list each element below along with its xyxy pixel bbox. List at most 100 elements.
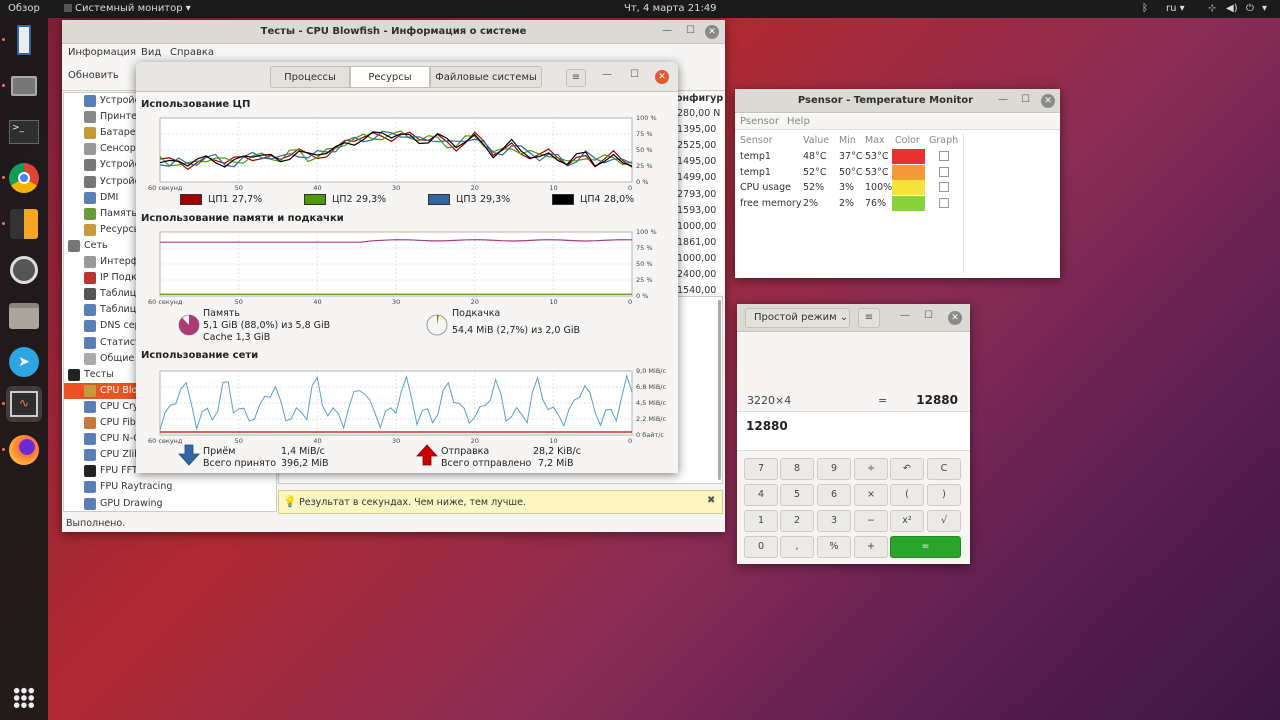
activities-button[interactable]: Обзор [8, 3, 40, 14]
minimize-icon[interactable]: — [662, 25, 672, 36]
mode-selector[interactable]: Простой режим ⌄ [745, 308, 850, 328]
app-menu[interactable]: Системный монитор ▾ [64, 3, 191, 14]
table-cell[interactable]: 2793,00 [677, 189, 725, 200]
hardinfo-titlebar[interactable]: Тесты - CPU Blowfish - Информация о сист… [62, 20, 725, 44]
calc-key[interactable]: x² [890, 510, 924, 532]
table-cell[interactable]: 1000,00 [677, 253, 725, 264]
sensor-color-swatch[interactable] [892, 180, 925, 195]
calc-key[interactable]: 3 [817, 510, 851, 532]
calc-key[interactable]: 1 [744, 510, 778, 532]
graph-checkbox[interactable] [939, 166, 949, 177]
hamburger-menu-icon[interactable]: ≡ [858, 308, 880, 328]
cpu-legend-swatch[interactable] [180, 194, 202, 205]
system-menu-chevron-icon[interactable]: ▾ [1262, 3, 1267, 14]
cpu-legend-swatch[interactable] [304, 194, 326, 205]
power-icon[interactable]: ⏻ [1246, 3, 1254, 14]
dock-app-firefox[interactable] [6, 432, 42, 468]
menu-psensor[interactable]: Psensor [740, 116, 779, 127]
table-cell[interactable]: 280,00 N [677, 108, 725, 119]
calc-key[interactable]: − [854, 510, 888, 532]
dock-app-hardinfo[interactable] [6, 68, 42, 104]
dock-app-telegram[interactable]: ➤ [6, 344, 42, 380]
calc-key[interactable]: 7 [744, 458, 778, 480]
menu-information[interactable]: Информация [68, 47, 136, 58]
calc-key[interactable]: 4 [744, 484, 778, 506]
calc-key[interactable]: 5 [780, 484, 814, 506]
calc-key[interactable]: 9 [817, 458, 851, 480]
psensor-titlebar[interactable]: Psensor - Temperature Monitor — ☐ ✕ [735, 89, 1060, 113]
maximize-icon[interactable]: ☐ [1021, 94, 1030, 105]
dock-app-system-monitor[interactable]: ∿ [6, 386, 42, 422]
menu-view[interactable]: Вид [141, 47, 161, 58]
table-cell[interactable]: 1540,00 [677, 285, 725, 296]
column-header[interactable]: Min [839, 135, 856, 146]
calc-key[interactable]: C [927, 458, 961, 480]
calc-key[interactable]: 6 [817, 484, 851, 506]
column-header[interactable]: Graph [929, 135, 958, 146]
sensor-color-swatch[interactable] [892, 195, 925, 211]
dock-app-chrome[interactable] [6, 160, 42, 196]
sensor-color-swatch[interactable] [892, 164, 925, 180]
calc-key[interactable]: ( [890, 484, 924, 506]
maximize-icon[interactable]: ☐ [686, 25, 695, 36]
table-cell[interactable]: 1495,00 [677, 156, 725, 167]
cpu-legend-swatch[interactable] [428, 194, 450, 205]
calc-key[interactable]: ) [927, 484, 961, 506]
table-cell[interactable]: 1000,00 [677, 221, 725, 232]
calc-key[interactable]: 2 [780, 510, 814, 532]
column-header[interactable]: Max [865, 135, 885, 146]
column-header[interactable]: Value [803, 135, 829, 146]
calc-key[interactable]: % [817, 536, 851, 558]
calc-key[interactable]: ↶ [890, 458, 924, 480]
cpu-legend-swatch[interactable] [552, 194, 574, 205]
show-applications-button[interactable] [6, 680, 42, 716]
network-icon[interactable]: ⊹ [1208, 3, 1216, 14]
dock-app-measure[interactable] [6, 22, 42, 58]
graph-checkbox[interactable] [939, 182, 949, 192]
table-cell[interactable]: 1499,00 [677, 172, 725, 183]
keyboard-layout[interactable]: ru ▾ [1166, 3, 1185, 14]
column-header[interactable]: Color [895, 135, 920, 146]
dock-app-messenger[interactable] [6, 252, 42, 288]
table-cell[interactable]: 1593,00 [677, 205, 725, 216]
minimize-icon[interactable]: — [998, 94, 1008, 105]
graph-checkbox[interactable] [939, 197, 949, 208]
bluetooth-icon[interactable]: ᛒ [1142, 3, 1148, 14]
clock[interactable]: Чт, 4 марта 21:49 [624, 3, 717, 14]
dock-app-files[interactable] [6, 298, 42, 334]
graph-checkbox[interactable] [939, 151, 949, 161]
calc-key[interactable]: = [890, 536, 961, 558]
maximize-icon[interactable]: ☐ [924, 310, 933, 321]
dock-app-terminal[interactable]: >_ [6, 114, 42, 150]
dock-app-calculator[interactable] [6, 206, 42, 242]
history-result[interactable]: 12880 [916, 393, 958, 407]
history-expression[interactable]: 3220×4 [747, 394, 791, 407]
calc-key[interactable]: , [780, 536, 814, 558]
calc-key[interactable]: × [854, 484, 888, 506]
hint-close-icon[interactable]: ✖ [707, 495, 715, 506]
calc-key[interactable]: + [854, 536, 888, 558]
tree-item[interactable]: FPU Raytracing [64, 479, 264, 495]
table-cell[interactable]: 1861,00 [677, 237, 725, 248]
calc-key[interactable]: ÷ [854, 458, 888, 480]
close-icon[interactable]: ✕ [705, 25, 719, 39]
calc-headerbar[interactable]: Простой режим ⌄ ≡ — ☐ ✕ [737, 304, 970, 332]
refresh-button[interactable]: Обновить [68, 70, 119, 81]
calc-key[interactable]: 8 [780, 458, 814, 480]
calc-key[interactable]: 0 [744, 536, 778, 558]
close-icon[interactable]: ✕ [1041, 94, 1055, 108]
table-cell[interactable]: 1395,00 [677, 124, 725, 135]
column-header[interactable]: онфигур [676, 93, 723, 104]
table-cell[interactable]: 2400,00 [677, 269, 725, 280]
close-icon[interactable]: ✕ [948, 311, 962, 325]
calc-entry[interactable]: 12880 [737, 411, 970, 451]
menu-help[interactable]: Help [787, 116, 810, 127]
menu-help[interactable]: Справка [170, 47, 214, 58]
tree-item[interactable]: GPU Drawing [64, 496, 264, 512]
column-header[interactable]: Sensor [740, 135, 773, 146]
minimize-icon[interactable]: — [900, 310, 910, 321]
volume-icon[interactable]: ◀) [1226, 3, 1238, 14]
calc-key[interactable]: √ [927, 510, 961, 532]
details-scrollbar[interactable] [718, 300, 721, 480]
sensor-color-swatch[interactable] [892, 149, 925, 164]
